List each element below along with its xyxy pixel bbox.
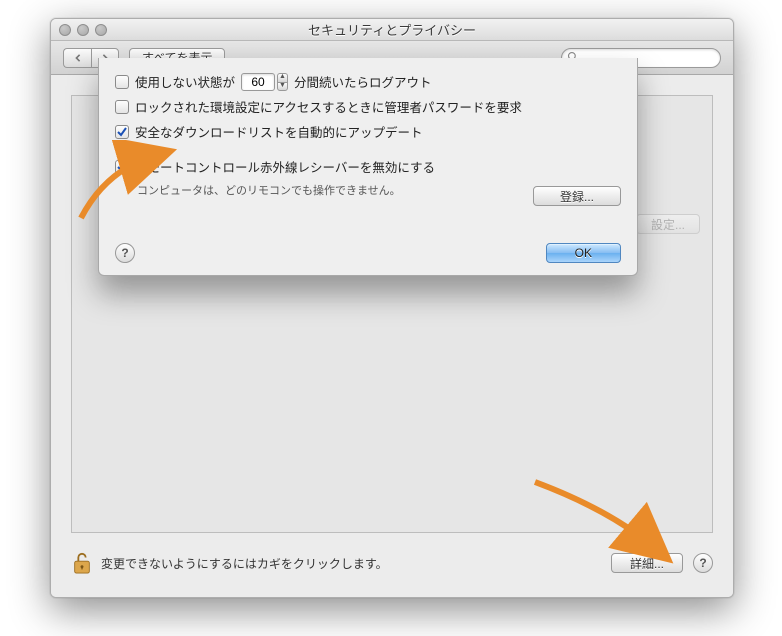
lock-area[interactable]: 変更できないようにするにはカギをクリックします。 bbox=[71, 550, 388, 576]
close-window-button[interactable] bbox=[59, 24, 71, 36]
minimize-window-button[interactable] bbox=[77, 24, 89, 36]
ir-disable-checkbox[interactable] bbox=[115, 160, 129, 174]
logout-checkbox[interactable] bbox=[115, 75, 129, 89]
ok-button[interactable]: OK bbox=[546, 243, 621, 263]
ok-label: OK bbox=[575, 246, 592, 260]
window-title: セキュリティとプライバシー bbox=[51, 20, 733, 39]
chevron-left-icon bbox=[74, 54, 82, 62]
window-controls bbox=[59, 24, 107, 36]
lock-text: 変更できないようにするにはカギをクリックします。 bbox=[101, 555, 388, 572]
background-settings-button: 設定... bbox=[636, 214, 700, 234]
advanced-sheet: 使用しない状態が ▲ ▼ 分間続いたらログアウト ロックされた環境設定にアクセス… bbox=[98, 58, 638, 276]
safe-downloads-row: 安全なダウンロードリストを自動的にアップデート bbox=[115, 122, 621, 141]
register-button[interactable]: 登録... bbox=[533, 186, 621, 206]
zoom-window-button[interactable] bbox=[95, 24, 107, 36]
lock-open-icon bbox=[71, 550, 93, 576]
logout-row: 使用しない状態が ▲ ▼ 分間続いたらログアウト bbox=[115, 72, 621, 91]
sheet-help-glyph: ? bbox=[121, 246, 128, 260]
logout-prefix: 使用しない状態が bbox=[135, 72, 235, 91]
safe-downloads-checkbox[interactable] bbox=[115, 125, 129, 139]
admin-pw-label: ロックされた環境設定にアクセスするときに管理者パスワードを要求 bbox=[135, 97, 522, 116]
logout-suffix: 分間続いたらログアウト bbox=[294, 72, 432, 91]
stepper-down-button[interactable]: ▼ bbox=[277, 82, 288, 91]
logout-minutes-stepper: ▲ ▼ bbox=[241, 73, 288, 91]
nav-back-button[interactable] bbox=[63, 48, 91, 68]
advanced-button[interactable]: 詳細... bbox=[611, 553, 683, 573]
titlebar: セキュリティとプライバシー bbox=[51, 19, 733, 41]
sheet-help-button[interactable]: ? bbox=[115, 243, 135, 263]
help-glyph: ? bbox=[699, 556, 706, 570]
help-button[interactable]: ? bbox=[693, 553, 713, 573]
advanced-label: 詳細... bbox=[630, 555, 664, 572]
register-label: 登録... bbox=[560, 188, 594, 205]
admin-pw-checkbox[interactable] bbox=[115, 100, 129, 114]
stepper-up-button[interactable]: ▲ bbox=[277, 73, 288, 82]
safe-downloads-label: 安全なダウンロードリストを自動的にアップデート bbox=[135, 122, 423, 141]
footer: 変更できないようにするにはカギをクリックします。 詳細... ? bbox=[71, 547, 713, 579]
logout-minutes-input[interactable] bbox=[241, 73, 275, 91]
ir-disable-label: リモートコントロール赤外線レシーバーを無効にする bbox=[135, 157, 435, 176]
background-settings-label: 設定... bbox=[651, 216, 685, 233]
ir-disable-row: リモートコントロール赤外線レシーバーを無効にする bbox=[115, 157, 621, 176]
admin-pw-row: ロックされた環境設定にアクセスするときに管理者パスワードを要求 bbox=[115, 97, 621, 116]
